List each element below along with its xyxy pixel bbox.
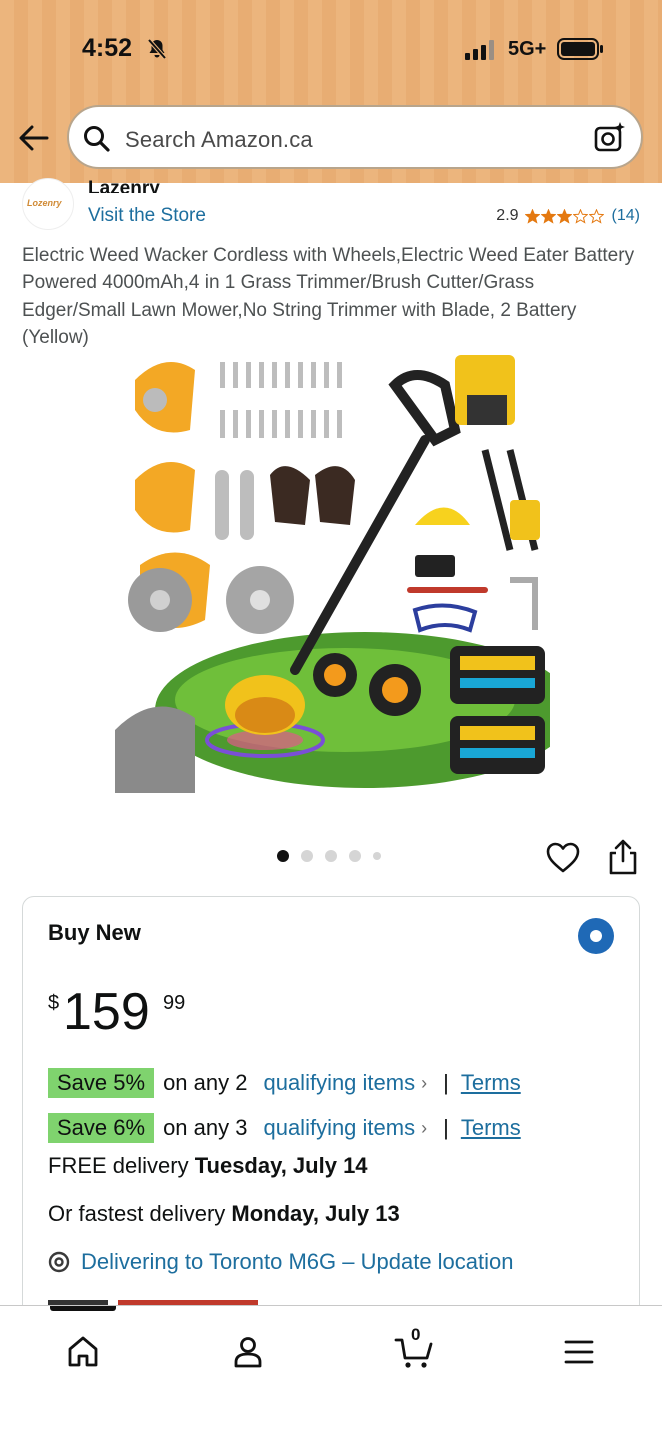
cart-count-badge: 0 xyxy=(411,1325,421,1344)
qualifying-items-link[interactable]: qualifying items xyxy=(263,1070,415,1096)
buy-new-radio[interactable] xyxy=(578,918,614,954)
visit-store-link[interactable]: Visit the Store xyxy=(88,205,206,227)
promo-text: on any 3 xyxy=(163,1115,248,1140)
separator: | xyxy=(443,1115,449,1140)
promo-text: on any 2 xyxy=(163,1070,248,1095)
bell-slash-icon xyxy=(147,38,167,60)
fastest-delivery: Or fastest delivery Monday, July 13 xyxy=(48,1201,400,1227)
brand-logo-text: Lozenry xyxy=(27,198,62,208)
free-delivery: FREE delivery Tuesday, July 14 xyxy=(48,1153,368,1179)
free-delivery-date: Tuesday, July 14 xyxy=(194,1153,368,1178)
location-pin-icon xyxy=(48,1251,70,1273)
heart-icon[interactable] xyxy=(545,840,581,876)
promotion-row: Save 6% on any 3 qualifying items › | Te… xyxy=(48,1113,521,1143)
share-icon[interactable] xyxy=(607,838,639,876)
carousel-dot[interactable] xyxy=(277,850,289,862)
promotion-row: Save 5% on any 2 qualifying items › | Te… xyxy=(48,1068,521,1098)
product-image[interactable] xyxy=(115,350,550,793)
terms-link[interactable]: Terms xyxy=(461,1115,521,1141)
camera-lens-icon[interactable] xyxy=(593,121,627,155)
battery-icon xyxy=(557,38,603,60)
bottom-nav xyxy=(0,1305,662,1440)
search-placeholder: Search Amazon.ca xyxy=(125,127,313,152)
arrow-left-icon[interactable] xyxy=(14,118,54,158)
carousel-dot[interactable] xyxy=(373,852,381,860)
star-full-icon xyxy=(540,208,556,224)
image-carousel-dots[interactable] xyxy=(277,850,381,862)
delivery-location[interactable]: Delivering to Toronto M6G – Update locat… xyxy=(48,1249,514,1275)
brand-logo[interactable]: Lozenry xyxy=(22,178,74,230)
product-title: Electric Weed Wacker Cordless with Wheel… xyxy=(22,245,635,348)
terms-link[interactable]: Terms xyxy=(461,1070,521,1096)
fastest-delivery-prefix: Or fastest delivery xyxy=(48,1201,226,1226)
rating-value: 2.9 xyxy=(496,207,519,224)
delivery-location-link[interactable]: Delivering to Toronto M6G – Update locat… xyxy=(81,1249,514,1275)
promo-badge: Save 6% xyxy=(48,1113,155,1143)
rating-summary[interactable]: 2.9 (14) xyxy=(496,207,640,225)
carousel-dot[interactable] xyxy=(325,850,337,862)
star-empty-icon xyxy=(572,208,588,224)
search-bar[interactable]: Search Amazon.ca xyxy=(67,105,643,169)
separator: | xyxy=(443,1070,449,1095)
app-header: 4:52 5G+ Search Amazon.ca xyxy=(0,0,662,183)
star-full-icon xyxy=(524,208,540,224)
home-icon[interactable] xyxy=(61,1330,105,1374)
fastest-delivery-date: Monday, July 13 xyxy=(231,1201,400,1226)
rating-stars xyxy=(524,208,604,224)
price-symbol: $ xyxy=(48,992,60,1014)
status-time: 4:52 xyxy=(82,34,133,62)
qualifying-items-link[interactable]: qualifying items xyxy=(263,1115,415,1141)
free-delivery-prefix: FREE delivery xyxy=(48,1153,189,1178)
menu-icon[interactable] xyxy=(557,1330,601,1374)
buy-new-label: Buy New xyxy=(48,920,141,945)
star-half-icon xyxy=(556,208,572,224)
promo-badge: Save 5% xyxy=(48,1068,155,1098)
account-icon[interactable] xyxy=(226,1330,270,1374)
search-icon xyxy=(84,126,110,152)
price-fraction: 99 xyxy=(163,992,186,1014)
carousel-dot[interactable] xyxy=(301,850,313,862)
brand-name: Lazenry xyxy=(88,179,160,193)
nav-active-indicator xyxy=(50,1306,116,1311)
star-empty-icon xyxy=(588,208,604,224)
network-label: 5G+ xyxy=(508,38,547,60)
price-whole: 159 xyxy=(63,983,150,1041)
chevron-right-icon: › xyxy=(421,1117,428,1138)
rating-count: (14) xyxy=(611,207,640,224)
carousel-dot[interactable] xyxy=(349,850,361,862)
chevron-right-icon: › xyxy=(421,1072,428,1093)
status-bar: 4:52 5G+ xyxy=(0,0,662,100)
signal-icon xyxy=(465,40,494,60)
